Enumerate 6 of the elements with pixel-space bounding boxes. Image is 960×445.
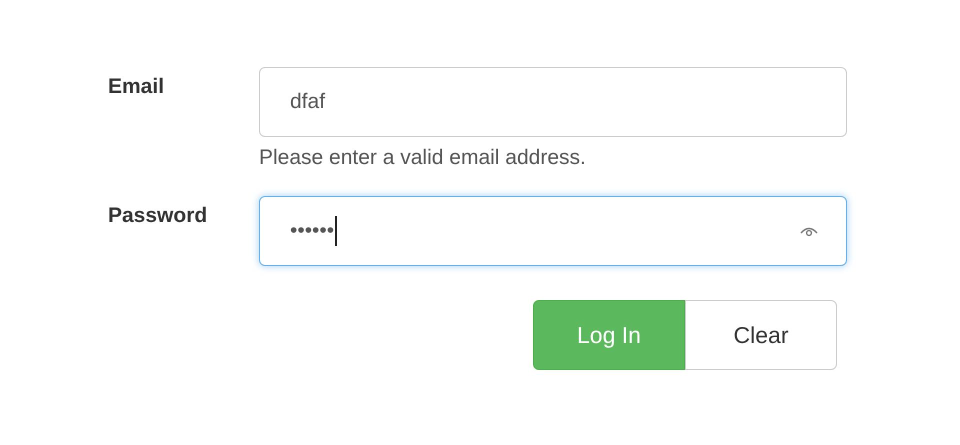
clear-button[interactable]: Clear: [685, 300, 837, 370]
input-field[interactable]: ••••••: [259, 196, 847, 266]
help-text: Please enter a valid email address.: [259, 146, 587, 170]
field-label: Password: [108, 203, 208, 229]
field-label: Email: [108, 74, 166, 100]
input-field[interactable]: dfaf: [259, 67, 847, 137]
